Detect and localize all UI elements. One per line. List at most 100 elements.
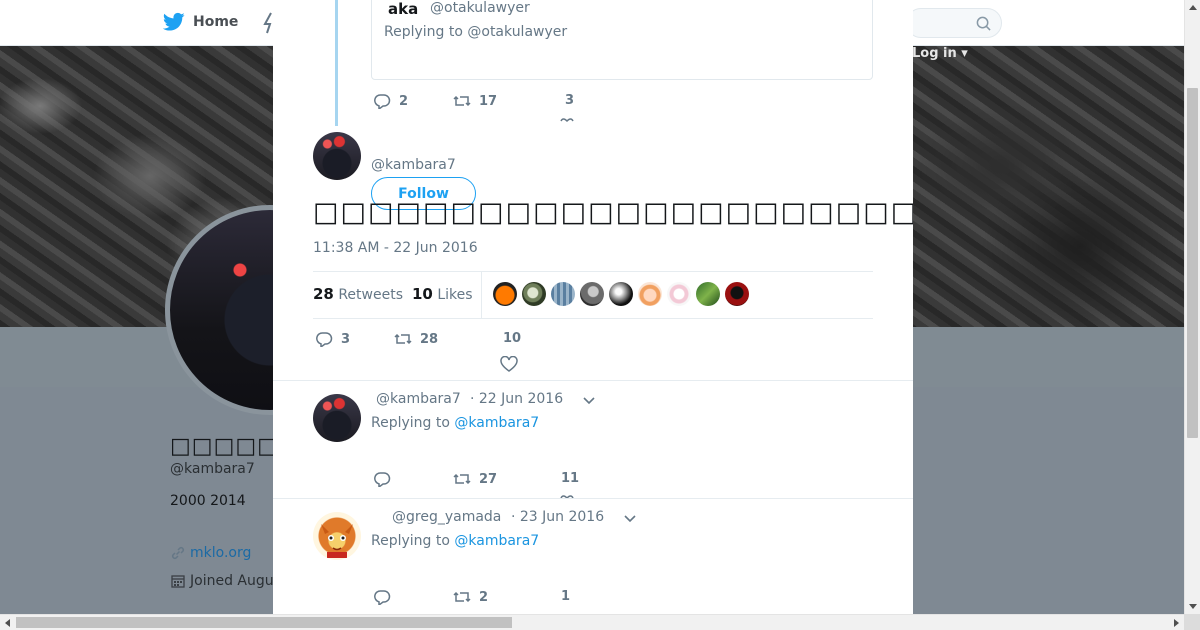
reply-icon [374,94,391,109]
like-button[interactable]: 3 [539,93,574,108]
retweet-count: 27 [479,471,498,487]
liker-avatar[interactable] [493,282,517,306]
retweet-count: 28 [420,331,439,347]
reply-count: 2 [399,93,409,109]
retweet-count: 2 [479,589,489,605]
likes-stat[interactable]: 10 Likes [412,285,473,303]
horizontal-scrollbar[interactable] [0,614,1184,630]
retweet-icon [453,591,471,603]
reply-handle[interactable]: @greg_yamada [392,509,501,525]
tweet-text: □□□□□□□□□□□□□□□□□□□□□□□□□□□□□□□□□□□□□□□□… [313,197,913,228]
link-icon [171,546,185,560]
author-handle[interactable]: @kambara7 [371,157,456,173]
reply-button[interactable] [373,589,391,605]
reply-replying-to: Replying to @kambara7 [371,415,539,431]
like-button[interactable]: 11 [535,471,579,486]
login-link[interactable]: Log in ▾ [912,46,968,61]
retweets-stat-label: Retweets [338,287,403,303]
retweet-count: 17 [479,93,498,109]
reply-handle[interactable]: @kambara7 [376,391,461,407]
replying-prefix: Replying to [371,533,450,549]
reply-button[interactable]: 2 [373,93,408,109]
chevron-down-icon: ▾ [961,46,968,61]
replying-to-link[interactable]: @kambara7 [454,415,539,431]
like-button[interactable]: 1 [535,589,570,604]
liker-avatar[interactable] [638,282,662,306]
reply-button[interactable] [373,471,391,487]
reply-replying-to: Replying to @kambara7 [371,533,539,549]
search-input[interactable] [906,8,1002,38]
reply-tweet[interactable]: @greg_yamada · 23 Jun 2016 Replying to @… [273,498,913,614]
profile-handle: @kambara7 [170,461,255,477]
quoted-tweet-replying: Replying to @otakulawyer [384,24,568,40]
like-count: 10 [503,331,522,346]
scroll-up-icon[interactable] [1189,5,1197,10]
scroll-left-icon[interactable] [5,619,10,627]
thread-connector-line [335,0,338,126]
likes-stat-label: Likes [437,287,473,303]
chevron-down-icon[interactable] [583,397,595,405]
scroll-down-icon[interactable] [1189,604,1197,609]
heart-icon[interactable] [500,356,518,372]
scrollbar-corner [1184,614,1200,630]
tweet-timestamp[interactable]: 11:38 AM - 22 Jun 2016 [313,240,478,256]
reply-icon [374,590,391,605]
nav-home-link[interactable]: Home [163,12,238,32]
nav-home-label: Home [193,14,239,30]
liker-avatar[interactable] [551,282,575,306]
liker-avatar[interactable] [725,282,749,306]
scroll-right-icon[interactable] [1174,619,1179,627]
liker-avatar[interactable] [609,282,633,306]
retweet-button[interactable]: 2 [453,589,488,605]
retweet-button[interactable]: 27 [453,471,497,487]
quoted-tweet-name: aka [388,0,419,18]
tweet-permalink-modal: aka @otakulawyer Replying to @otakulawye… [273,0,913,614]
liker-avatar[interactable] [580,282,604,306]
search-icon [976,16,991,31]
retweets-stat-count: 28 [313,285,334,303]
twitter-bird-icon [163,12,185,31]
reply-icon [374,472,391,487]
profile-joined: Joined Augu [170,573,274,589]
reply-button[interactable]: 3 [315,331,350,347]
vertical-scroll-thumb[interactable] [1187,88,1198,438]
tweet-stats: 28 Retweets 10 Likes [313,271,873,319]
profile-joined-label: Joined Augu [190,573,274,589]
cat-avatar-icon [321,524,353,558]
retweets-stat[interactable]: 28 Retweets [313,285,403,303]
like-count: 11 [561,471,580,486]
liker-avatars [493,282,749,306]
replying-prefix: Replying to [371,415,450,431]
quoted-tweet[interactable]: aka @otakulawyer Replying to @otakulawye… [371,0,873,80]
reply-tweet[interactable]: @kambara7 · 22 Jun 2016 Replying to @kam… [273,380,913,499]
calendar-icon [171,575,185,588]
close-icon[interactable] [1154,12,1178,36]
retweet-button[interactable]: 28 [394,331,438,347]
profile-website-label: mklo.org [190,545,252,561]
liker-avatar[interactable] [667,282,691,306]
replying-to-link[interactable]: @kambara7 [454,533,539,549]
reply-date[interactable]: · 22 Jun 2016 [470,391,563,407]
liker-avatar[interactable] [696,282,720,306]
retweet-icon [453,95,471,107]
like-button[interactable]: 10 [477,331,521,346]
liker-avatar[interactable] [522,282,546,306]
heart-icon [560,118,574,122]
like-count: 1 [561,589,571,604]
reply-icon [316,332,333,347]
vertical-scrollbar[interactable] [1184,0,1200,614]
stats-divider [481,272,482,318]
profile-website[interactable]: mklo.org [170,545,251,561]
author-avatar[interactable] [313,132,361,180]
profile-bio: 2000 2014 [170,493,246,509]
reply-date[interactable]: · 23 Jun 2016 [511,509,604,525]
horizontal-scroll-thumb[interactable] [16,617,512,628]
chevron-down-icon[interactable] [624,515,636,523]
retweet-icon [394,333,412,345]
likes-stat-count: 10 [412,285,433,303]
reply-avatar[interactable] [313,512,361,560]
retweet-button[interactable]: 17 [453,93,497,109]
reply-count: 3 [341,331,351,347]
like-count: 3 [565,93,575,108]
reply-avatar[interactable] [313,394,361,442]
